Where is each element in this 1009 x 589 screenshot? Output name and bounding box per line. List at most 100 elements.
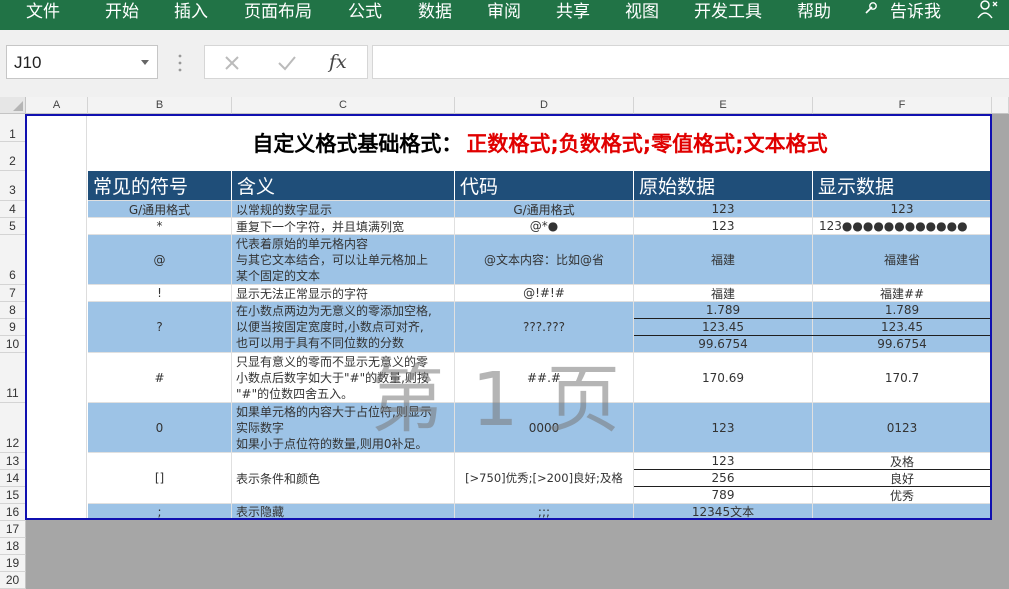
cell-meaning[interactable]: 以常规的数字显示 — [232, 201, 455, 218]
cell-code[interactable]: @文本内容：比如@省 — [455, 235, 634, 285]
row-header-4[interactable]: 4 — [0, 201, 26, 218]
row-header-18[interactable]: 18 — [0, 538, 26, 555]
cell-code[interactable]: ##.# — [455, 353, 634, 403]
tell-me-search[interactable]: 告诉我 — [890, 0, 941, 22]
cell-symbol[interactable]: G/通用格式 — [88, 201, 232, 218]
cell-original[interactable]: 256 — [634, 470, 813, 487]
cell-original[interactable]: 170.69 — [634, 353, 813, 403]
insert-function-button[interactable]: fx — [329, 51, 347, 73]
cell-display[interactable]: 0123 — [813, 403, 992, 453]
cell-original[interactable]: 99.6754 — [634, 336, 813, 353]
cell-symbol[interactable]: ; — [88, 504, 232, 520]
column-header-e[interactable]: E — [634, 97, 813, 114]
cell-symbol[interactable]: ? — [88, 302, 232, 353]
cell-code[interactable]: ???.??? — [455, 302, 634, 353]
cell-original[interactable]: 福建 — [634, 285, 813, 302]
cell-display[interactable]: 123●●●●●●●●●●●● — [813, 218, 992, 235]
row-header-15[interactable]: 15 — [0, 487, 26, 504]
share-person-icon[interactable] — [976, 0, 998, 20]
header-meaning[interactable]: 含义 — [232, 171, 455, 201]
cell-original[interactable]: 789 — [634, 487, 813, 504]
cell-display[interactable]: 99.6754 — [813, 336, 992, 353]
row-header-11[interactable]: 11 — [0, 353, 26, 403]
column-a-cells[interactable] — [26, 114, 87, 520]
column-header-f[interactable]: F — [813, 97, 992, 114]
vertical-dots-icon[interactable] — [177, 52, 183, 74]
row-header-5[interactable]: 5 — [0, 218, 26, 235]
tab-help[interactable]: 帮助 — [797, 0, 831, 22]
cell-meaning[interactable]: 如果单元格的内容大于占位符,则显示 实际数字 如果小于点位符的数量,则用0补足。 — [232, 403, 455, 453]
cell-original[interactable]: 1.789 — [634, 302, 813, 319]
cancel-button[interactable] — [217, 49, 247, 77]
row-header-13[interactable]: 13 — [0, 453, 26, 470]
cell-code[interactable]: @*● — [455, 218, 634, 235]
cell-original[interactable]: 123 — [634, 201, 813, 218]
header-original[interactable]: 原始数据 — [634, 171, 813, 201]
cell-display[interactable]: 123 — [813, 201, 992, 218]
tab-formulas[interactable]: 公式 — [348, 0, 382, 22]
row-header-16[interactable]: 16 — [0, 504, 26, 521]
cell-display[interactable]: 170.7 — [813, 353, 992, 403]
select-all-corner[interactable] — [0, 97, 26, 114]
header-code[interactable]: 代码 — [455, 171, 634, 201]
cell-display[interactable]: 优秀 — [813, 487, 992, 504]
chevron-down-icon[interactable] — [141, 60, 149, 65]
column-header-d[interactable]: D — [455, 97, 634, 114]
cell-meaning[interactable]: 表示条件和颜色 — [232, 453, 455, 504]
cell-meaning[interactable]: 显示无法正常显示的字符 — [232, 285, 455, 302]
cell-original[interactable]: 123 — [634, 453, 813, 470]
cell-symbol[interactable]: ! — [88, 285, 232, 302]
tab-data[interactable]: 数据 — [418, 0, 452, 22]
row-header-2[interactable]: 2 — [0, 142, 26, 171]
tab-page-layout[interactable]: 页面布局 — [244, 0, 312, 22]
cell-meaning[interactable]: 代表着原始的单元格内容 与其它文本结合，可以让单元格加上 某个固定的文本 — [232, 235, 455, 285]
cell-meaning[interactable]: 重复下一个字符，并且填满列宽 — [232, 218, 455, 235]
cell-symbol[interactable]: [] — [88, 453, 232, 504]
cell-display[interactable]: 良好 — [813, 470, 992, 487]
cell-display[interactable]: 1.789 — [813, 302, 992, 319]
header-display[interactable]: 显示数据 — [813, 171, 992, 201]
row-header-17[interactable]: 17 — [0, 521, 26, 538]
name-box[interactable]: J10 — [6, 45, 158, 79]
cell-meaning[interactable]: 在小数点两边为无意义的零添加空格, 以便当按固定宽度时,小数点可对齐, 也可以用… — [232, 302, 455, 353]
tab-file[interactable]: 文件 — [26, 0, 60, 22]
cell-code[interactable]: [>750]优秀;[>200]良好;及格 — [455, 453, 634, 504]
row-header-9[interactable]: 9 — [0, 319, 26, 336]
tab-share[interactable]: 共享 — [556, 0, 590, 22]
column-header-c[interactable]: C — [232, 97, 455, 114]
tab-insert[interactable]: 插入 — [174, 0, 208, 22]
cell-code[interactable]: G/通用格式 — [455, 201, 634, 218]
column-header-b[interactable]: B — [88, 97, 232, 114]
header-symbol[interactable]: 常见的符号 — [88, 171, 232, 201]
row-header-20[interactable]: 20 — [0, 572, 26, 589]
enter-button[interactable] — [272, 49, 302, 77]
cell-symbol[interactable]: * — [88, 218, 232, 235]
cell-original[interactable]: 123.45 — [634, 319, 813, 336]
cell-code[interactable]: 0000 — [455, 403, 634, 453]
row-header-7[interactable]: 7 — [0, 285, 26, 302]
cell-symbol[interactable]: # — [88, 353, 232, 403]
row-header-8[interactable]: 8 — [0, 302, 26, 319]
tab-view[interactable]: 视图 — [625, 0, 659, 22]
row-header-3[interactable]: 3 — [0, 171, 26, 201]
tab-review[interactable]: 审阅 — [487, 0, 521, 22]
row-header-1[interactable]: 1 — [0, 114, 26, 142]
column-header-extra[interactable] — [992, 97, 1009, 114]
cell-original[interactable]: 123 — [634, 218, 813, 235]
row-header-14[interactable]: 14 — [0, 470, 26, 487]
cell-code[interactable]: ;;; — [455, 504, 634, 520]
column-header-a[interactable]: A — [26, 97, 88, 114]
cell-display[interactable]: 福建## — [813, 285, 992, 302]
cell-code[interactable]: @!#!# — [455, 285, 634, 302]
cell-symbol[interactable]: 0 — [88, 403, 232, 453]
cell-display[interactable]: 及格 — [813, 453, 992, 470]
row-header-19[interactable]: 19 — [0, 555, 26, 572]
row-header-12[interactable]: 12 — [0, 403, 26, 453]
tab-developer[interactable]: 开发工具 — [694, 0, 762, 22]
cell-display[interactable] — [813, 504, 992, 520]
cell-meaning[interactable]: 表示隐藏 — [232, 504, 455, 520]
cell-meaning[interactable]: 只显有意义的零而不显示无意义的零 小数点后数字如大于"#"的数量,则按 "#"的… — [232, 353, 455, 403]
cell-display[interactable]: 123.45 — [813, 319, 992, 336]
cell-symbol[interactable]: @ — [88, 235, 232, 285]
cell-display[interactable]: 福建省 — [813, 235, 992, 285]
